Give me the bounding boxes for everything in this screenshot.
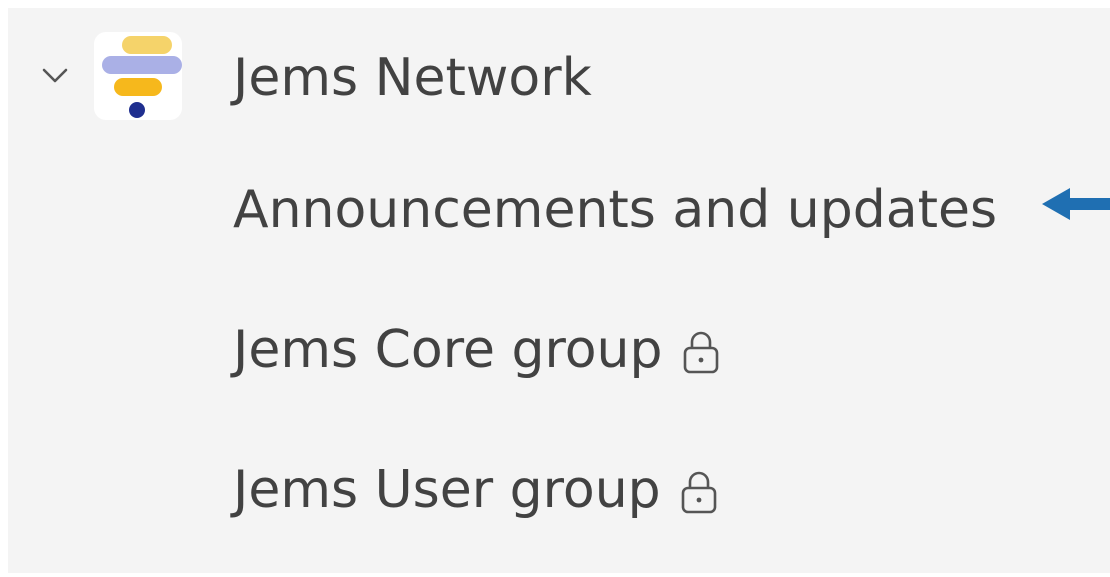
team-name: Jems Network <box>233 48 592 108</box>
team-header-jems-network[interactable]: Jems Network <box>8 28 708 128</box>
channel-label: Jems User group <box>233 460 661 520</box>
channel-jems-core-group[interactable]: Jems Core group <box>233 320 721 380</box>
jems-network-logo <box>94 32 182 120</box>
channel-jems-user-group[interactable]: Jems User group <box>233 460 719 520</box>
chevron-down-icon[interactable] <box>40 64 70 88</box>
lock-icon <box>681 471 716 514</box>
channel-label: Jems Core group <box>233 320 663 380</box>
channel-label: Announcements and updates <box>233 180 998 240</box>
arrow-left-icon <box>1042 188 1110 220</box>
teams-sidebar-panel: Jems Network Announcements and updates J… <box>8 8 1110 573</box>
channel-announcements-and-updates[interactable]: Announcements and updates <box>233 180 997 240</box>
jems-logo-icon <box>102 36 182 118</box>
lock-icon <box>683 331 718 374</box>
